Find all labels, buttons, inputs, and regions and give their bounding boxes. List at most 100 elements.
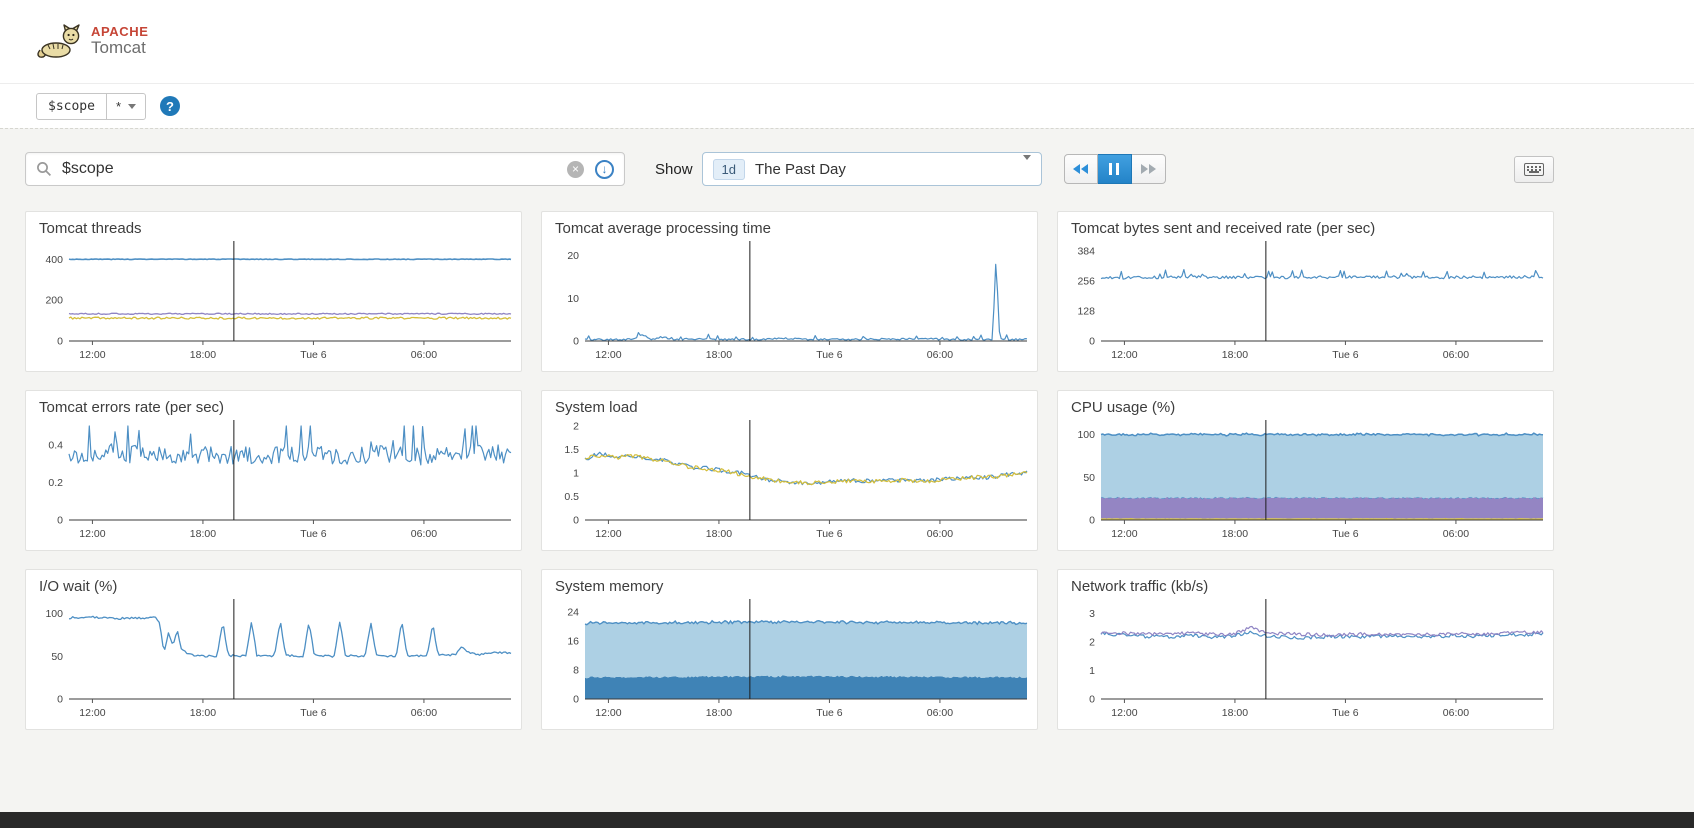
y-tick-label: 2 xyxy=(573,421,579,433)
scope-bar: $scope * ? xyxy=(0,84,1694,128)
scope-value-dropdown[interactable]: * xyxy=(106,94,145,119)
scope-variable-name: $scope xyxy=(37,94,106,119)
keyboard-icon xyxy=(1524,163,1544,176)
y-tick-label: 3 xyxy=(1089,608,1095,620)
x-tick-label: 06:00 xyxy=(411,707,437,719)
chart-title: System memory xyxy=(555,578,1037,595)
y-tick-label: 20 xyxy=(567,250,579,262)
top-header: APACHE Tomcat xyxy=(0,0,1694,84)
x-tick-label: 18:00 xyxy=(706,349,732,361)
y-tick-label: 16 xyxy=(567,636,579,648)
x-tick-label: 18:00 xyxy=(190,349,216,361)
chart-plot[interactable]: 05010012:0018:00Tue 606:00 xyxy=(39,595,517,727)
y-tick-label: 200 xyxy=(45,295,63,307)
chart-title: Tomcat threads xyxy=(39,220,521,237)
x-tick-label: 06:00 xyxy=(1443,528,1469,540)
save-graph-icon[interactable]: ↓ xyxy=(595,160,614,179)
y-tick-label: 50 xyxy=(51,651,63,663)
chart-card: I/O wait (%)05010012:0018:00Tue 606:00 xyxy=(25,569,522,730)
forward-icon xyxy=(1149,164,1156,174)
x-tick-label: 12:00 xyxy=(1111,528,1137,540)
y-tick-label: 50 xyxy=(1083,472,1095,484)
x-tick-label: Tue 6 xyxy=(816,707,843,719)
x-tick-label: Tue 6 xyxy=(1332,349,1359,361)
chart-title: System load xyxy=(555,399,1037,416)
tomcat-cat-icon xyxy=(36,24,82,60)
y-tick-label: 0.4 xyxy=(48,439,63,451)
x-tick-label: 12:00 xyxy=(79,707,105,719)
footer-bar xyxy=(0,812,1694,828)
forward-button[interactable] xyxy=(1132,154,1166,184)
chart-card: CPU usage (%)05010012:0018:00Tue 606:00 xyxy=(1057,390,1554,551)
y-tick-label: 0.2 xyxy=(48,477,63,489)
y-tick-label: 256 xyxy=(1077,275,1095,287)
x-tick-label: 06:00 xyxy=(1443,707,1469,719)
brand-tomcat: Tomcat xyxy=(91,39,149,58)
controls-bar: × ↓ Show 1d The Past Day xyxy=(25,151,1554,187)
charts-grid: Tomcat threads020040012:0018:00Tue 606:0… xyxy=(25,211,1694,730)
x-tick-label: 18:00 xyxy=(190,707,216,719)
chevron-down-icon xyxy=(1023,160,1031,178)
time-range-dropdown[interactable]: 1d The Past Day xyxy=(702,152,1042,186)
y-tick-label: 8 xyxy=(573,665,579,677)
x-tick-label: 12:00 xyxy=(79,349,105,361)
rewind-icon xyxy=(1081,164,1088,174)
y-tick-label: 0 xyxy=(57,336,63,348)
time-range-group: Show 1d The Past Day xyxy=(655,152,1042,186)
chart-plot[interactable]: 012825638412:0018:00Tue 606:00 xyxy=(1071,237,1549,369)
scope-value: * xyxy=(116,99,121,114)
y-tick-label: 0 xyxy=(57,515,63,527)
y-tick-label: 0.5 xyxy=(564,491,579,503)
search-icon xyxy=(36,161,52,177)
chart-plot[interactable]: 012312:0018:00Tue 606:00 xyxy=(1071,595,1549,727)
show-label: Show xyxy=(655,161,693,178)
chart-plot[interactable]: 08162412:0018:00Tue 606:00 xyxy=(555,595,1033,727)
x-tick-label: Tue 6 xyxy=(300,707,327,719)
x-tick-label: 12:00 xyxy=(595,528,621,540)
chart-plot[interactable]: 05010012:0018:00Tue 606:00 xyxy=(1071,416,1549,548)
search-box[interactable]: × ↓ xyxy=(25,152,625,186)
scope-variable-select[interactable]: $scope * xyxy=(36,93,146,120)
brand-text: APACHE Tomcat xyxy=(91,25,149,58)
chart-plot[interactable]: 0102012:0018:00Tue 606:00 xyxy=(555,237,1033,369)
chart-card: Tomcat average processing time0102012:00… xyxy=(541,211,1038,372)
x-tick-label: 18:00 xyxy=(1222,349,1248,361)
x-tick-label: 06:00 xyxy=(927,707,953,719)
y-tick-label: 10 xyxy=(567,293,579,305)
x-tick-label: 18:00 xyxy=(706,707,732,719)
chart-title: I/O wait (%) xyxy=(39,578,521,595)
clear-search-icon[interactable]: × xyxy=(567,161,584,178)
x-tick-label: 06:00 xyxy=(411,528,437,540)
chart-title: CPU usage (%) xyxy=(1071,399,1553,416)
range-label: The Past Day xyxy=(755,161,846,178)
help-icon[interactable]: ? xyxy=(160,96,180,116)
x-tick-label: 12:00 xyxy=(1111,707,1137,719)
y-tick-label: 0 xyxy=(1089,515,1095,527)
chart-plot[interactable]: 00.20.412:0018:00Tue 606:00 xyxy=(39,416,517,548)
pause-button[interactable] xyxy=(1098,154,1132,184)
y-tick-label: 400 xyxy=(45,254,63,266)
tomcat-logo[interactable]: APACHE Tomcat xyxy=(36,24,149,60)
chart-card: Tomcat threads020040012:0018:00Tue 606:0… xyxy=(25,211,522,372)
chart-title: Tomcat average processing time xyxy=(555,220,1037,237)
search-input[interactable] xyxy=(60,159,567,179)
chart-plot[interactable]: 00.511.5212:0018:00Tue 606:00 xyxy=(555,416,1033,548)
chart-title: Tomcat bytes sent and received rate (per… xyxy=(1071,220,1553,237)
x-tick-label: 06:00 xyxy=(927,528,953,540)
y-tick-label: 0 xyxy=(1089,694,1095,706)
x-tick-label: 18:00 xyxy=(190,528,216,540)
y-tick-label: 1 xyxy=(573,468,579,480)
rewind-button[interactable] xyxy=(1064,154,1098,184)
chart-card: System load00.511.5212:0018:00Tue 606:00 xyxy=(541,390,1038,551)
x-tick-label: 18:00 xyxy=(706,528,732,540)
chart-title: Network traffic (kb/s) xyxy=(1071,578,1553,595)
x-tick-label: 18:00 xyxy=(1222,707,1248,719)
x-tick-label: Tue 6 xyxy=(300,528,327,540)
y-tick-label: 0 xyxy=(57,694,63,706)
dashboard: × ↓ Show 1d The Past Day xyxy=(0,128,1694,812)
chart-plot[interactable]: 020040012:0018:00Tue 606:00 xyxy=(39,237,517,369)
keyboard-shortcuts-button[interactable] xyxy=(1514,156,1554,183)
chevron-down-icon xyxy=(128,104,136,109)
chart-card: Tomcat bytes sent and received rate (per… xyxy=(1057,211,1554,372)
x-tick-label: Tue 6 xyxy=(816,349,843,361)
